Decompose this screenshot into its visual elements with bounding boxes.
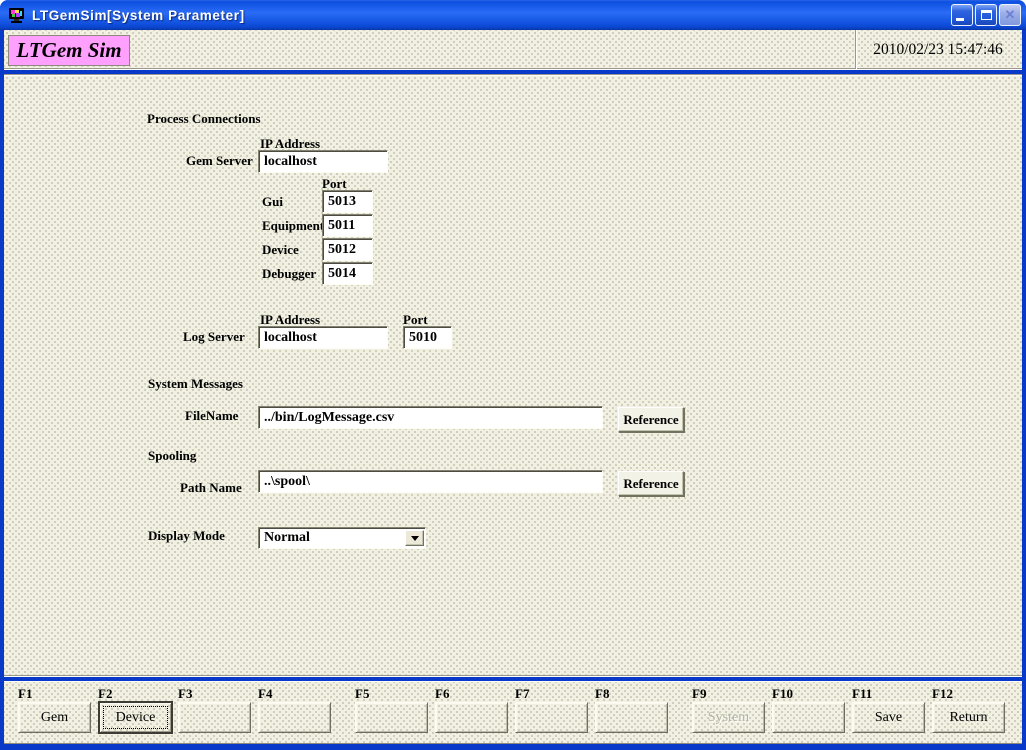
fkey-button-f5[interactable] [355, 702, 428, 733]
gem-server-ip-input[interactable] [258, 150, 388, 173]
close-button[interactable]: ✕ [999, 4, 1021, 26]
app-logo-text: LTGem Sim [16, 38, 121, 63]
close-icon: ✕ [1000, 5, 1020, 25]
fkey-button-f4[interactable] [258, 702, 331, 733]
log-server-ip-input[interactable] [258, 326, 388, 349]
function-key-bar: F1Gem F2Device F3 F4 F5 F6 F7 F8 F9System F10 F11S… [4, 681, 1022, 744]
display-mode-value: Normal [259, 530, 405, 546]
display-mode-select[interactable]: Normal [258, 527, 426, 549]
fkey-label-f8: F8 [595, 686, 609, 702]
maximize-icon [981, 10, 992, 20]
fkey-label-f2: F2 [98, 686, 112, 702]
filename-reference-button[interactable]: Reference [618, 407, 684, 432]
window-title: LTGemSim[System Parameter] [32, 8, 245, 23]
port-label-device: Device [262, 242, 299, 258]
section-spooling: Spooling [148, 448, 196, 464]
title-bar[interactable]: LTGemSim[System Parameter] ✕ [0, 0, 1026, 30]
filename-label: FileName [185, 408, 238, 424]
fkey-label-f7: F7 [515, 686, 529, 702]
chevron-down-icon [411, 536, 419, 541]
fkey-label-f9: F9 [692, 686, 706, 702]
fkey-button-system: System [692, 702, 765, 733]
fkey-label-f4: F4 [258, 686, 272, 702]
fkey-button-save[interactable]: Save [852, 702, 925, 733]
fkey-label-f5: F5 [355, 686, 369, 702]
app-logo: LTGem Sim [8, 35, 130, 66]
port-label-debugger: Debugger [262, 266, 316, 282]
port-input-gui[interactable] [322, 190, 373, 213]
fkey-button-f8[interactable] [595, 702, 668, 733]
port-label-equipment: Equipment [262, 218, 324, 234]
fkey-button-f6[interactable] [435, 702, 508, 733]
port-label-gui: Gui [262, 194, 283, 210]
log-server-port-input[interactable] [403, 326, 452, 349]
gem-server-label: Gem Server [186, 153, 253, 169]
header-bar: LTGem Sim 2010/02/23 15:47:46 [4, 30, 1022, 69]
fkey-label-f11: F11 [852, 686, 872, 702]
log-server-label: Log Server [183, 329, 245, 345]
display-mode-label: Display Mode [148, 528, 225, 544]
fkey-button-f3[interactable] [178, 702, 251, 733]
fkey-label-f12: F12 [932, 686, 953, 702]
minimize-icon [956, 18, 964, 21]
main-panel: Process Connections IP Address Gem Serve… [4, 74, 1022, 676]
section-process-connections: Process Connections [147, 111, 261, 127]
section-system-messages: System Messages [148, 376, 243, 392]
app-icon [8, 7, 26, 23]
minimize-button[interactable] [951, 4, 973, 26]
port-input-debugger[interactable] [322, 262, 373, 285]
fkey-button-gem[interactable]: Gem [18, 702, 91, 733]
filename-input[interactable] [258, 406, 603, 429]
fkey-label-f10: F10 [772, 686, 793, 702]
port-input-equipment[interactable] [322, 214, 373, 237]
fkey-button-f10[interactable] [772, 702, 845, 733]
pathname-label: Path Name [180, 480, 242, 496]
fkey-button-f7[interactable] [515, 702, 588, 733]
header-divider [855, 30, 857, 69]
pathname-input[interactable] [258, 470, 603, 493]
fkey-button-return[interactable]: Return [932, 702, 1005, 733]
display-mode-dropdown-button[interactable] [405, 530, 424, 546]
port-input-device[interactable] [322, 238, 373, 261]
pathname-reference-button[interactable]: Reference [618, 471, 684, 496]
fkey-label-f6: F6 [435, 686, 449, 702]
maximize-button[interactable] [975, 4, 997, 26]
fkey-button-device[interactable]: Device [98, 701, 173, 734]
fkey-label-f3: F3 [178, 686, 192, 702]
datetime-display: 2010/02/23 15:47:46 [860, 30, 1016, 69]
fkey-label-f1: F1 [18, 686, 32, 702]
app-window: LTGemSim[System Parameter] ✕ LTGem Sim 2… [0, 0, 1026, 750]
